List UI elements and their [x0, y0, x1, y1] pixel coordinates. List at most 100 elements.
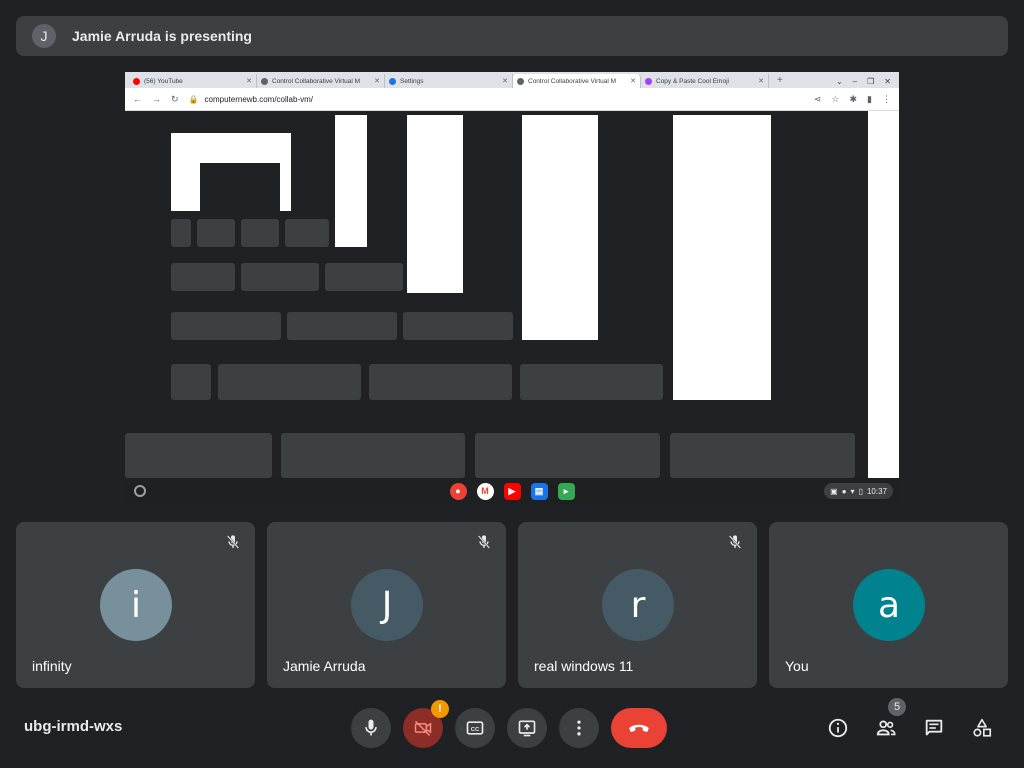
meeting-code: ubg-irmd-wxs [24, 718, 123, 735]
vm-shelf: ● M ▶ ▤ ▸ ▣ ● ▾ ▯ 10:37 [125, 478, 899, 504]
leave-call-button[interactable] [611, 708, 667, 748]
chrome-icon[interactable]: ● [449, 482, 467, 500]
participant-count-badge: 5 [888, 698, 906, 716]
more-vert-icon [577, 720, 581, 736]
tab-label: Settings [400, 77, 424, 85]
participant-tile[interactable]: i infinity [16, 522, 255, 688]
shared-screen: (56) YouTube ✕ Control Collaborative Vir… [125, 72, 899, 504]
browser-tab-strip: (56) YouTube ✕ Control Collaborative Vir… [125, 72, 899, 88]
info-icon [828, 718, 848, 738]
recursive-window [335, 115, 367, 247]
browser-tab-active[interactable]: Control Collaborative Virtual M ✕ [513, 74, 641, 88]
tab-close-icon[interactable]: ✕ [243, 77, 252, 85]
mic-button[interactable] [351, 708, 391, 748]
recursive-tile [125, 433, 272, 478]
tab-favicon [645, 77, 652, 85]
side-panel-icon[interactable]: ▮ [867, 94, 872, 105]
browser-tab[interactable]: Settings ✕ [385, 74, 513, 88]
presenter-avatar: J [32, 24, 56, 48]
captions-button[interactable]: CC [455, 708, 495, 748]
new-tab-icon[interactable]: + [769, 74, 791, 88]
recursive-tile [325, 263, 403, 291]
participant-name: You [785, 658, 809, 674]
recursive-shelf [171, 293, 407, 305]
participant-name: infinity [32, 658, 72, 674]
recursive-tile [241, 263, 319, 291]
activities-button[interactable] [966, 712, 998, 744]
tab-close-icon[interactable]: ✕ [499, 77, 508, 85]
close-icon[interactable]: ✕ [884, 77, 891, 86]
participant-tile[interactable]: r real windows 11 [518, 522, 757, 688]
recursive-tile [287, 312, 397, 340]
recursive-tile [171, 263, 235, 291]
recursive-tile [171, 219, 191, 247]
camera-warning-badge: ! [431, 700, 449, 718]
avatar: a [853, 569, 925, 641]
browser-tab[interactable]: Copy & Paste Cool Emoji ✕ [641, 74, 769, 88]
vm-status-area[interactable]: ▣ ● ▾ ▯ 10:37 [824, 483, 893, 499]
recursive-shelf [171, 400, 771, 418]
chevron-down-icon[interactable]: ⌄ [836, 77, 843, 86]
launcher-icon[interactable] [134, 485, 146, 497]
notification-icon: ● [841, 486, 847, 496]
share-icon[interactable]: ⋖ [814, 94, 822, 105]
more-options-button[interactable] [559, 708, 599, 748]
recursive-tile [218, 364, 361, 400]
extensions-icon[interactable]: ✱ [850, 94, 858, 105]
battery-icon: ▯ [858, 486, 863, 496]
youtube-icon[interactable]: ▶ [503, 482, 521, 500]
avatar: r [602, 569, 674, 641]
tab-label: (56) YouTube [144, 77, 183, 85]
activities-icon [973, 718, 992, 737]
tab-close-icon[interactable]: ✕ [755, 77, 764, 85]
avatar: J [351, 569, 423, 641]
tab-favicon [261, 77, 268, 85]
presenting-text: Jamie Arruda is presenting [72, 28, 252, 44]
camera-button[interactable]: ! [403, 700, 449, 748]
svg-text:CC: CC [471, 727, 480, 733]
recursive-tile [171, 312, 281, 340]
participant-tile[interactable]: J Jamie Arruda [267, 522, 506, 688]
recursive-tile [281, 433, 465, 478]
bookmark-star-icon[interactable]: ☆ [831, 94, 839, 105]
recursive-window [407, 115, 463, 293]
reload-icon[interactable]: ↻ [171, 94, 179, 105]
gmail-icon[interactable]: M [476, 482, 494, 500]
mic-off-icon [474, 532, 494, 552]
captions-icon: CC [466, 721, 484, 735]
tab-label: Control Collaborative Virtual M [528, 77, 617, 85]
minimize-icon[interactable]: – [853, 77, 857, 86]
participant-grid: i infinity J Jamie Arruda r real windows… [16, 522, 1008, 688]
mic-off-icon [223, 532, 243, 552]
browser-menu-icon[interactable]: ⋮ [882, 94, 891, 105]
meet-window: J Jamie Arruda is presenting (56) YouTub… [0, 0, 1024, 768]
recursive-window [868, 111, 899, 478]
recursive-frame-inner [200, 163, 280, 211]
wifi-icon: ▾ [850, 486, 855, 496]
tab-favicon [133, 77, 140, 85]
restore-icon[interactable]: ❐ [867, 77, 874, 86]
url-field[interactable]: computernewb.com/collab-vm/ [205, 95, 313, 104]
meeting-details-button[interactable] [822, 712, 854, 744]
address-bar-actions: ⋖ ☆ ✱ ▮ ⋮ [814, 94, 891, 105]
recursive-tile [369, 364, 512, 400]
present-button[interactable] [507, 708, 547, 748]
recursive-tile [475, 433, 660, 478]
recursive-tile [520, 364, 663, 400]
tab-close-icon[interactable]: ✕ [627, 77, 636, 85]
browser-tab[interactable]: Control Collaborative Virtual M ✕ [257, 74, 385, 88]
forward-icon[interactable]: → [152, 94, 161, 104]
meet-icon[interactable]: ▸ [557, 482, 575, 500]
back-icon[interactable]: ← [133, 94, 142, 104]
recursive-tile [197, 219, 235, 247]
recursive-window [673, 115, 771, 403]
vm-screen[interactable]: ● M ▶ ▤ ▸ ▣ ● ▾ ▯ 10:37 [125, 111, 899, 504]
present-icon [518, 720, 536, 737]
people-button[interactable]: 5 [870, 698, 906, 744]
tab-close-icon[interactable]: ✕ [371, 77, 380, 85]
recursive-tile [670, 433, 855, 478]
participant-tile-self[interactable]: a You [769, 522, 1008, 688]
files-icon[interactable]: ▤ [530, 482, 548, 500]
browser-tab[interactable]: (56) YouTube ✕ [129, 74, 257, 88]
chat-button[interactable] [918, 712, 950, 744]
